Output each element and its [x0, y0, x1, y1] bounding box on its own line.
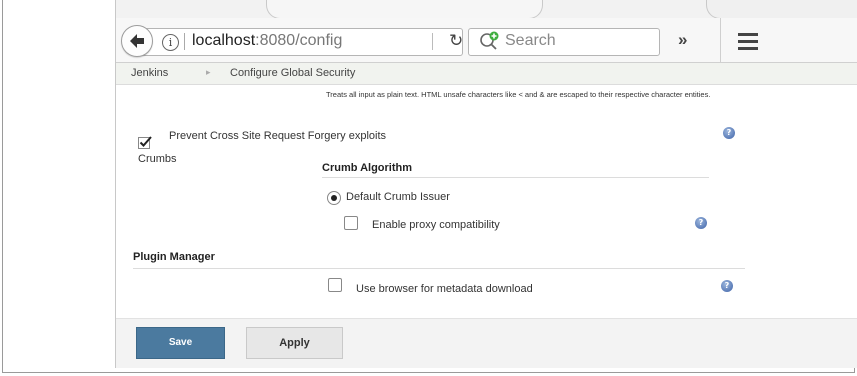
info-icon[interactable]: i [162, 34, 179, 51]
csrf-checkbox[interactable] [138, 136, 152, 149]
search-field[interactable]: Search [468, 28, 660, 56]
reload-icon[interactable]: ↻ [449, 31, 463, 51]
breadcrumb-separator-icon: ▸ [206, 67, 211, 77]
proxy-compatibility-checkbox[interactable] [344, 216, 358, 230]
overflow-chevron-icon[interactable]: » [678, 30, 687, 50]
apply-button[interactable]: Apply [246, 327, 343, 359]
proxy-compatibility-label: Enable proxy compatibility [372, 219, 500, 231]
checkmark-icon [138, 136, 152, 149]
breadcrumb-configure-global-security[interactable]: Configure Global Security [230, 67, 355, 79]
section-divider [133, 268, 745, 269]
url-divider-right [432, 33, 433, 50]
navigation-toolbar: i localhost:8080/config ↻ Search » [116, 18, 857, 63]
toolbar-divider [720, 18, 721, 62]
csrf-label: Prevent Cross Site Request Forgery explo… [169, 130, 387, 142]
search-engine-icon [480, 31, 499, 50]
browser-metadata-label: Use browser for metadata download [356, 283, 533, 295]
default-crumb-issuer-radio[interactable] [327, 191, 341, 205]
crumb-algorithm-title: Crumb Algorithm [322, 162, 413, 174]
help-icon[interactable]: ? [721, 280, 733, 292]
section-divider [322, 177, 709, 178]
url-bar[interactable]: i localhost:8080/config ↻ [142, 28, 463, 56]
url-text[interactable]: localhost:8080/config [192, 32, 342, 50]
url-path: :8080/config [255, 32, 343, 49]
back-arrow-icon [130, 34, 144, 48]
help-icon[interactable]: ? [695, 217, 707, 229]
browser-metadata-checkbox[interactable] [328, 278, 342, 292]
help-icon[interactable]: ? [723, 127, 735, 139]
breadcrumb: Jenkins ▸ Configure Global Security [116, 63, 857, 85]
url-divider [184, 33, 185, 50]
markup-formatter-description: Treats all input as plain text. HTML uns… [326, 90, 711, 99]
main-content: Treats all input as plain text. HTML uns… [116, 85, 857, 317]
url-host: localhost [192, 32, 256, 49]
crumbs-label: Crumbs [138, 153, 177, 165]
back-button[interactable] [121, 25, 153, 57]
breadcrumb-jenkins[interactable]: Jenkins [131, 67, 168, 79]
active-tab[interactable] [266, 0, 543, 19]
browser-window: i localhost:8080/config ↻ Search » Jenki… [115, 0, 857, 368]
tab-strip [116, 0, 857, 20]
tab-strip-edge [706, 0, 857, 19]
save-button[interactable]: Save [136, 327, 225, 359]
default-crumb-issuer-label: Default Crumb Issuer [346, 191, 450, 203]
hamburger-menu-icon[interactable] [738, 33, 758, 54]
plugin-manager-title: Plugin Manager [133, 251, 215, 263]
search-placeholder: Search [505, 32, 556, 49]
form-button-bar: Save Apply [116, 318, 857, 368]
